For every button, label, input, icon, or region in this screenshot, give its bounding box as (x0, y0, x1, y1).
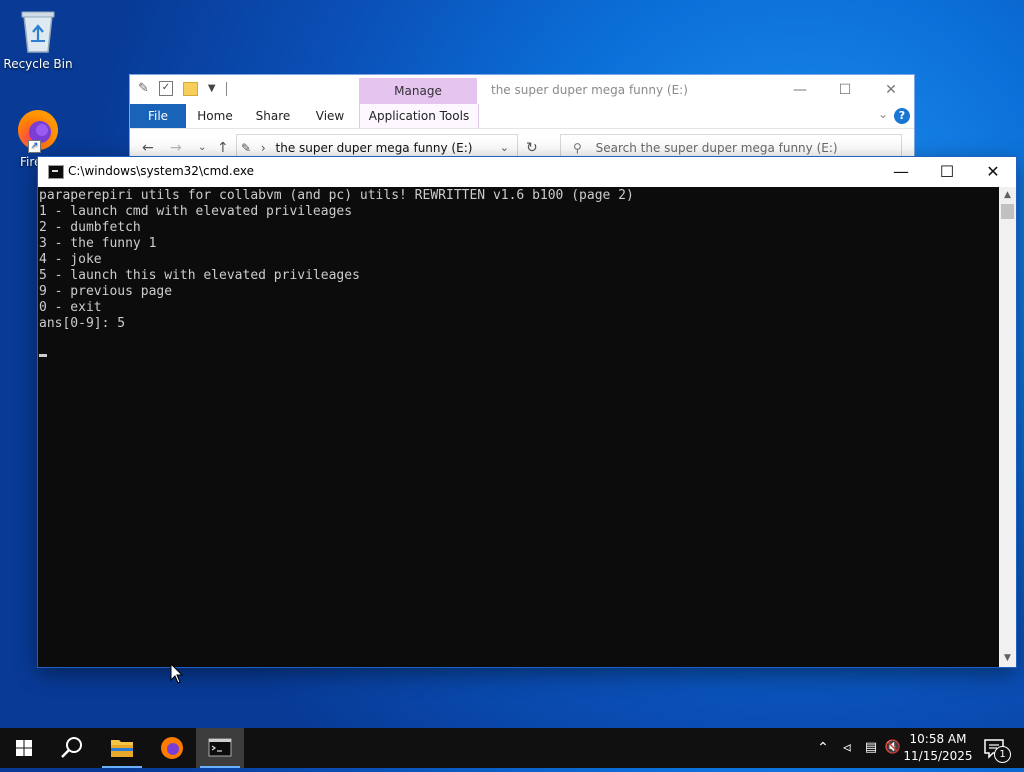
new-folder-icon[interactable] (182, 81, 198, 96)
up-arrow-icon[interactable]: ↑ (217, 140, 229, 156)
tab-application-tools[interactable]: Application Tools (359, 104, 479, 128)
scroll-up-icon[interactable]: ▲ (999, 187, 1016, 204)
scroll-down-icon[interactable]: ▼ (999, 650, 1016, 667)
forward-arrow-icon[interactable]: → (170, 140, 182, 156)
clock-date: 11/15/2025 (903, 749, 973, 763)
taskbar-firefox[interactable] (148, 728, 196, 768)
command-prompt-icon (208, 738, 232, 757)
drive-icon: ✎ (241, 141, 252, 155)
taskbar-file-explorer[interactable] (98, 728, 146, 768)
console-line: 2 - dumbfetch (39, 220, 141, 235)
explorer-title-bar[interactable]: ✎ ✓ ▼ Manage the super duper mega funny … (130, 75, 914, 104)
drive-icon[interactable]: ✎ (138, 81, 149, 96)
console-empty-line (39, 332, 999, 348)
tab-file[interactable]: File (130, 104, 186, 128)
shortcut-arrow-icon: ↗ (28, 140, 41, 153)
search-icon (61, 737, 82, 758)
quick-access-toolbar: ✎ ✓ ▼ (138, 81, 227, 96)
explorer-close-button[interactable]: ✕ (876, 80, 906, 100)
device-status-icon[interactable]: ⏿ (836, 728, 858, 768)
manage-tab[interactable]: Manage (359, 78, 477, 104)
cmd-minimize-button[interactable]: — (878, 157, 924, 187)
console-cursor-line (39, 348, 999, 364)
console-line: 1 - launch cmd with elevated privileages (39, 204, 353, 219)
tab-view[interactable]: View (308, 104, 352, 128)
scroll-thumb[interactable] (1001, 204, 1014, 219)
notification-count-badge: 1 (994, 746, 1011, 763)
network-icon[interactable]: ▤ (860, 728, 882, 768)
console-line: 9 - previous page (39, 284, 173, 299)
console-line: 5 - launch this with elevated privileage… (39, 268, 360, 283)
folder-icon (111, 740, 133, 757)
text-cursor (39, 354, 47, 357)
application-tools-label: Application Tools (368, 109, 470, 123)
console-app-icon[interactable] (48, 165, 64, 179)
action-center-button[interactable]: 1 (980, 734, 1011, 764)
firefox-icon: ↗ (14, 106, 62, 155)
start-button[interactable] (0, 728, 48, 768)
clock-time: 10:58 AM (909, 732, 967, 746)
explorer-minimize-button[interactable]: — (785, 80, 815, 100)
help-icon[interactable]: ? (894, 108, 910, 124)
search-icon: ⚲ (573, 141, 582, 155)
desktop-icon-recycle-bin[interactable]: Recycle Bin (0, 8, 76, 71)
windows-logo-icon (16, 740, 32, 756)
console-line: 3 - the funny 1 (39, 236, 157, 251)
taskbar-command-prompt[interactable] (196, 728, 244, 768)
properties-icon[interactable]: ✓ (158, 81, 173, 96)
address-text: the super duper mega funny (E:) (275, 141, 473, 155)
recycle-bin-icon (0, 8, 76, 57)
desktop-icon-label: Recycle Bin (3, 57, 73, 71)
console-line: 0 - exit (39, 300, 102, 315)
console-output[interactable]: paraperepiri utils for collabvm (and pc)… (38, 187, 999, 667)
taskbar-clock[interactable]: 10:58 AM 11/15/2025 (900, 731, 976, 765)
taskbar: ⌃ ⏿ ▤ 🔇 10:58 AM 11/15/2025 1 (0, 728, 1024, 768)
explorer-ribbon-tabs: File Home Share View Application Tools ⌄… (130, 104, 914, 129)
vertical-scrollbar[interactable]: ▲ ▼ (999, 187, 1016, 667)
console-line: paraperepiri utils for collabvm (and pc)… (39, 188, 634, 203)
back-arrow-icon[interactable]: ← (142, 140, 154, 156)
tab-share[interactable]: Share (250, 104, 296, 128)
customize-qat-icon[interactable]: ▼ (208, 83, 216, 94)
breadcrumb-chevron-icon: › (260, 141, 266, 155)
refresh-icon[interactable]: ↻ (526, 140, 538, 156)
tab-home[interactable]: Home (192, 104, 238, 128)
show-hidden-icons-chevron-icon[interactable]: ⌃ (812, 728, 834, 768)
cmd-title-bar[interactable]: C:\windows\system32\cmd.exe — ☐ ✕ (38, 157, 1016, 187)
mouse-pointer-icon (170, 662, 184, 689)
console-line: 4 - joke (39, 252, 102, 267)
search-button[interactable] (48, 728, 96, 768)
ribbon-expand-icon[interactable]: ⌄ (878, 107, 888, 121)
console-line: ans[0-9]: 5 (39, 316, 126, 331)
search-placeholder: Search the super duper mega funny (E:) (595, 141, 838, 155)
firefox-icon (161, 737, 183, 759)
explorer-maximize-button[interactable]: ☐ (830, 80, 860, 100)
cmd-close-button[interactable]: ✕ (970, 157, 1016, 187)
qat-separator (225, 81, 227, 96)
cmd-maximize-button[interactable]: ☐ (924, 157, 970, 187)
recent-locations-icon[interactable]: ⌄ (198, 142, 206, 153)
explorer-title: the super duper mega funny (E:) (491, 83, 688, 97)
cmd-window[interactable]: C:\windows\system32\cmd.exe — ☐ ✕ parape… (38, 157, 1016, 667)
cmd-window-title: C:\windows\system32\cmd.exe (68, 164, 254, 178)
